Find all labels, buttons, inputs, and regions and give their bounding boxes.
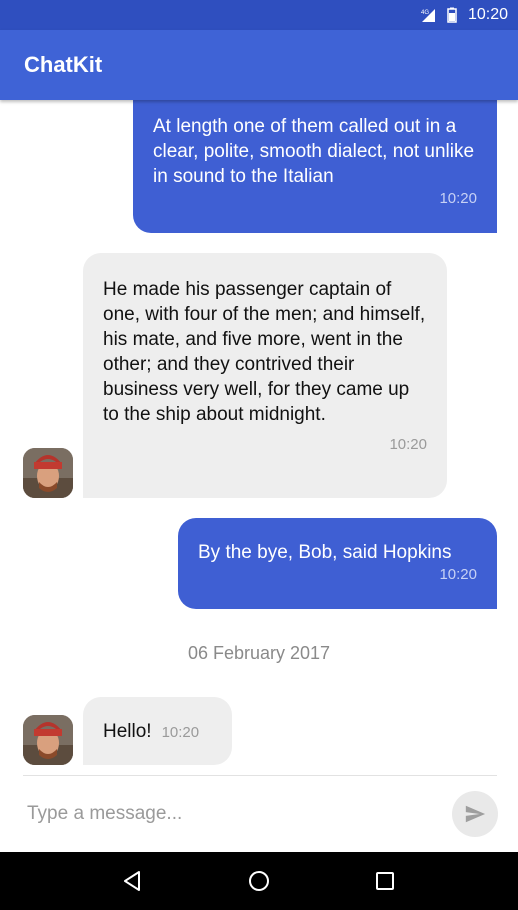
message-input[interactable]	[27, 803, 452, 825]
message-time: 10:20	[439, 190, 477, 207]
incoming-message[interactable]: He made his passenger captain of one, wi…	[83, 253, 447, 498]
message-list[interactable]: At length one of them called out in a cl…	[0, 90, 518, 772]
message-time: 10:20	[161, 724, 200, 741]
status-time: 10:20	[467, 6, 508, 23]
avatar[interactable]	[23, 448, 73, 498]
chat-screen: 4G 10:20 ChatKit At length one of them c…	[0, 0, 518, 910]
recents-button[interactable]	[365, 861, 405, 901]
battery-icon	[447, 7, 457, 23]
avatar[interactable]	[23, 715, 73, 765]
back-triangle-icon	[124, 871, 140, 891]
incoming-message[interactable]: Hello! 10:20	[83, 697, 232, 765]
send-button[interactable]	[452, 791, 498, 837]
avatar-image	[23, 448, 73, 498]
message-time: 10:20	[389, 436, 427, 453]
home-button[interactable]	[239, 861, 279, 901]
message-composer	[0, 776, 518, 852]
message-text: By the bye, Bob, said Hopkins	[198, 542, 452, 563]
date-separator: 06 February 2017	[187, 643, 331, 663]
send-icon	[465, 805, 486, 823]
outgoing-message[interactable]: At length one of them called out in a cl…	[133, 90, 497, 233]
app-title: ChatKit	[24, 52, 103, 77]
navigation-bar	[0, 852, 518, 910]
recents-square-icon	[376, 872, 394, 890]
home-circle-icon	[249, 871, 269, 891]
message-time: 10:20	[439, 566, 477, 583]
back-button[interactable]	[113, 861, 153, 901]
avatar-image	[23, 715, 73, 765]
status-icons: 4G 10:20	[420, 6, 508, 24]
status-bar: 4G 10:20	[0, 0, 518, 30]
app-bar: ChatKit	[0, 30, 518, 100]
svg-text:4G: 4G	[421, 10, 429, 16]
message-text: He made his passenger captain of one, wi…	[103, 279, 426, 425]
outgoing-message[interactable]: By the bye, Bob, said Hopkins 10:20	[178, 518, 497, 609]
message-text: At length one of them called out in a cl…	[153, 116, 475, 187]
cell-signal-icon: 4G	[421, 9, 435, 22]
message-text: Hello!	[103, 721, 152, 742]
